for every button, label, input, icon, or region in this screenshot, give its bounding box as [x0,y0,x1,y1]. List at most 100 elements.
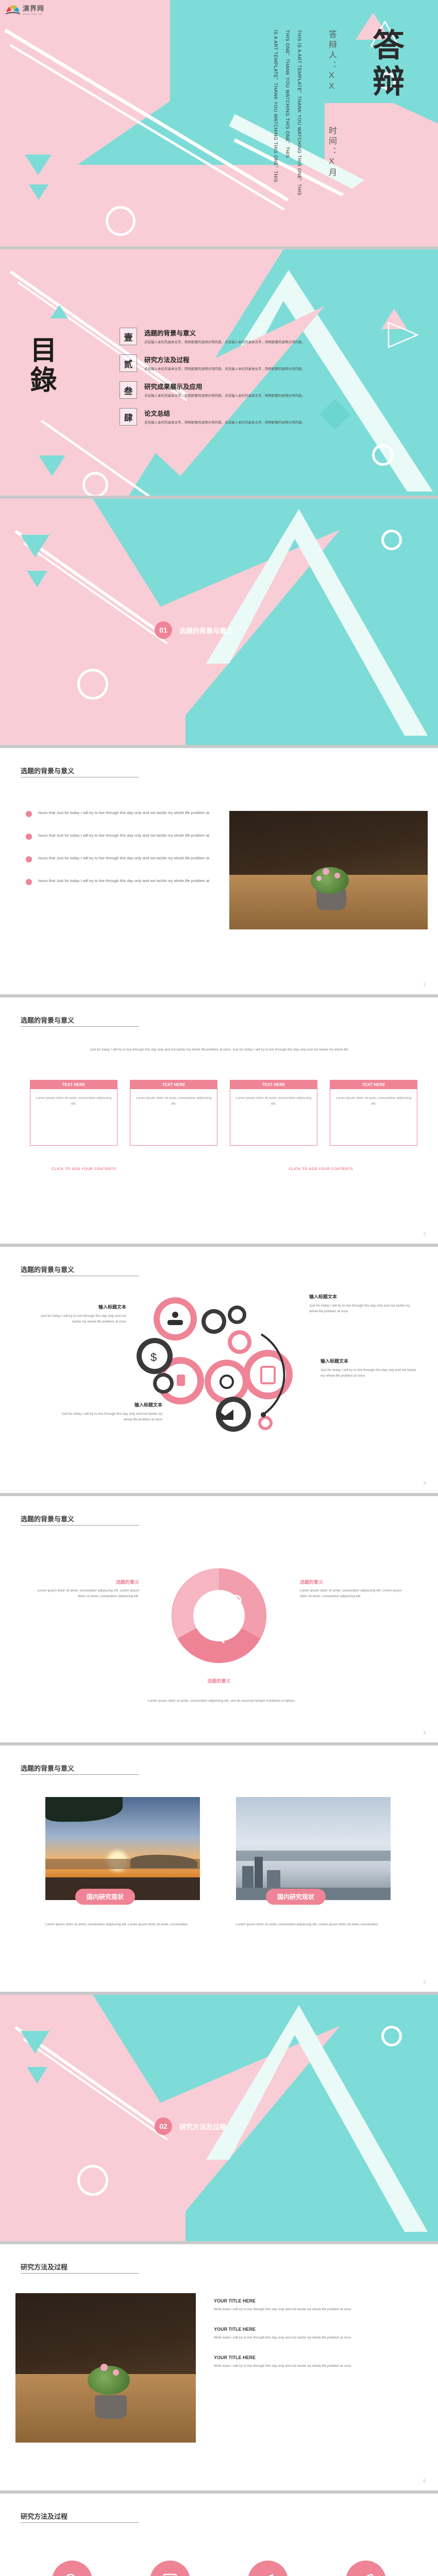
donut-footer: Lorem ipsum dolor sit amet, consectetur … [147,1699,296,1703]
text-block-title: YOUR TITLE HERE [214,2355,256,2361]
text-block-body: Write down I will try to live through th… [214,2308,351,2311]
textbox-tab: TEXT HERE [30,1080,117,1089]
cover-presenter: 答辩人：XX [327,30,336,93]
toc-list: 壹 选题的背景与意义 点击输入本栏的具体文字，简明扼要的说明分项内容，点击输入本… [120,328,429,435]
text-block-title: YOUR TITLE HERE [214,2298,256,2303]
title-rule [21,1026,139,1027]
textbox[interactable]: TEXT HERE Lorem ipsum dolor sit amet, co… [330,1080,417,1146]
toc-item-desc: 点击输入本栏的具体文字，简明扼要的说明分项内容，点击输入本栏的具体文字，简明扼要… [144,421,305,425]
cover-eng-1: THIS IS A ART TEMPLATE，THANK YOU WATCHIN… [297,30,302,196]
bullet-text: hours that Just for today I will try to … [38,810,210,815]
donut-label-right: 选题的意义 Lorem ipsum dolor sit amet, consec… [300,1579,408,1599]
textbox[interactable]: TEXT HERE Lorem ipsum dolor sit amet, co… [230,1080,317,1146]
cover-time: 时间：X月 [327,126,336,178]
slide-cover: 答辩 答辩人：XX 时间：X月 THIS IS A ART TEMPLATE，T… [0,0,438,246]
photo-card-text: Lorem ipsum dolor sit amet, consectetur … [45,1923,189,1926]
bullet-text: hours that Just for today I will try to … [38,878,210,883]
slide-four-circles: 研究方法及过程 研究方法 Lorem ipsum dolor sit amet,… [0,2494,438,2576]
lead-text: Just for today I will try to live throug… [90,1048,348,1052]
sec2-triangle-1 [21,2031,49,2054]
cover-triangle-1 [25,155,52,175]
bullet-item: hours that Just for today I will try to … [26,855,211,862]
caption-right: CLICK TO ADD YOUR CONTENTS [289,1167,353,1171]
circle-item[interactable]: 研究方法 Lorem ipsum dolor sit amet, consect… [129,2561,211,2576]
textbox-grid: TEXT HERE Lorem ipsum dolor sit amet, co… [30,1080,417,1146]
toc-item-desc: 点击输入本栏的具体文字，简明扼要的说明分项内容，点击输入本栏的具体文字，简明扼要… [144,394,305,398]
sec1-ring-2 [77,669,108,700]
circle-grid: 研究方法 Lorem ipsum dolor sit amet, consect… [31,2561,407,2576]
toc-triangle-2 [50,305,68,318]
rocket-icon [346,2561,386,2576]
circle-item[interactable]: 研究方法 Lorem ipsum dolor sit amet, consect… [325,2561,407,2576]
gear-block: 输入标题文本 Just for today I will try to live… [57,1401,162,1422]
toc-heading: 目錄 [26,336,56,396]
photo-card: 国内研究现状 Lorem ipsum dolor sit amet, conse… [236,1797,391,1927]
cover-eng-3: IS A ART TEMPLATE，THANK YOU WATCHING THI… [273,30,278,183]
gear-block-title: 输入标题文本 [98,1304,126,1310]
sec2-ring-1 [381,2026,402,2046]
slide-footer: 2 [423,1232,426,1236]
watermark-name: 演界网 [23,5,45,12]
photo [229,811,428,929]
sec1-label: 选题的背景与意义 [179,627,233,635]
slide-two-photos: 选题的背景与意义 国内研究现状 Lorem ipsum dolor sit am… [0,1745,438,1992]
bullet-dot-icon [26,879,32,885]
gear-block-title: 输入标题文本 [309,1294,338,1299]
circle-item[interactable]: 研究方法 Lorem ipsum dolor sit amet, consect… [227,2561,309,2576]
title-rule [21,1774,139,1775]
donut-label-title: 选题的意义 [115,1580,139,1585]
slide-bullets: 选题的背景与意义 hours that Just for today I wil… [0,748,438,994]
photo [236,1797,391,1900]
donut-label-title: 选题的意义 [207,1679,231,1684]
slide-footer: 3 [423,1481,426,1486]
watermark: 演界网 WWW.YANJ.CN [5,3,44,15]
gear-block-title: 输入标题文本 [321,1359,349,1364]
bullet-list: hours that Just for today I will try to … [26,810,211,885]
slide-gears: 选题的背景与意义 $ 输入标题文本 Just for today I will … [0,1247,438,1493]
toc-ring-1 [372,444,394,466]
book-icon [150,2561,190,2576]
text-block: YOUR TITLE HERE Write down I will try to… [214,2298,415,2312]
cover-triangle-2 [29,184,48,200]
sec2-ring-2 [77,2165,108,2196]
toc-item-title: 研究成果展示及应用 [144,383,203,391]
sec1-ring-1 [381,530,402,550]
toc-item[interactable]: 肆 论文总结 点击输入本栏的具体文字，简明扼要的说明分项内容，点击输入本栏的具体… [120,408,429,426]
toc-item[interactable]: 贰 研究方法及过程 点击输入本栏的具体文字，简明扼要的说明分项内容，点击输入本栏… [120,354,429,372]
toc-item[interactable]: 叁 研究成果展示及应用 点击输入本栏的具体文字，简明扼要的说明分项内容，点击输入… [120,381,429,399]
slide-footer: 5 [423,1980,426,1985]
cover-eng-2: THIS ONE，THANK YOU WATCHING THIS ONE，THI… [285,30,290,159]
sec2-label: 研究方法及过程 [179,2123,227,2131]
donut-label-text: Lorem ipsum dolor sit amet, consectetur … [300,1589,402,1599]
textbox-body: Lorem ipsum dolor sit amet, consectetur … [335,1096,412,1106]
toc-item-number: 贰 [120,354,137,372]
circle-item[interactable]: 研究方法 Lorem ipsum dolor sit amet, consect… [31,2561,113,2576]
title-rule [21,2522,139,2523]
textbox[interactable]: TEXT HERE Lorem ipsum dolor sit amet, co… [30,1080,117,1146]
donut-label-bottom: 选题的意义 [170,1677,268,1687]
donut-chart [152,1553,286,1684]
toc-item-desc: 点击输入本栏的具体文字，简明扼要的说明分项内容，点击输入本栏的具体文字，简明扼要… [144,341,305,344]
slide-footer: 4 [423,1731,426,1735]
text-blocks: YOUR TITLE HERE Write down I will try to… [214,2298,415,2369]
toc-item[interactable]: 壹 选题的背景与意义 点击输入本栏的具体文字，简明扼要的说明分项内容，点击输入本… [120,328,429,345]
toc-triangle-1 [39,455,65,476]
textbox[interactable]: TEXT HERE Lorem ipsum dolor sit amet, co… [130,1080,217,1146]
textbox-tab: TEXT HERE [130,1080,217,1089]
textbox-body: Lorem ipsum dolor sit amet, consectetur … [36,1096,112,1106]
textbox-body: Lorem ipsum dolor sit amet, consectetur … [136,1096,212,1106]
bullet-item: hours that Just for today I will try to … [26,833,211,840]
photo-caption: 国内研究现状 [266,1889,326,1905]
gear-block: 输入标题文本 Just for today I will try to live… [321,1358,421,1379]
watermark-url: WWW.YANJ.CN [23,13,43,15]
title-rule [21,1525,139,1526]
text-block-body: Write down I will try to live through th… [214,2364,351,2368]
slide-section-02: 02 研究方法及过程 [0,1995,438,2241]
slide-footer: 1 [423,982,426,987]
toc-item-number: 肆 [120,408,137,426]
cover-title: 答辩 [367,28,403,100]
textbox-tab: TEXT HERE [330,1080,417,1089]
toc-item-title: 研究方法及过程 [144,357,190,364]
sec1-triangle-2 [27,571,47,587]
gear-block-text: Just for today I will try to live throug… [321,1368,416,1378]
